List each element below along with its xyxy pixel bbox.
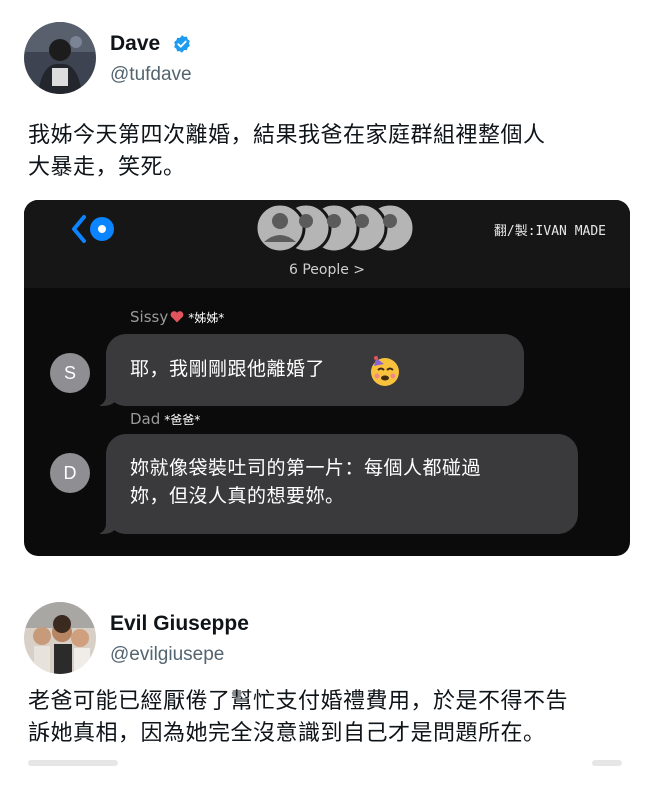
tweet-dave: Dave @tufdave 我姊今天第四次離婚，結果我爸在家庭群組裡整個人 大暴… (0, 0, 654, 190)
sender-label: Dad *爸爸* (130, 410, 200, 428)
tweet-text: 老爸可能已經厭倦了幫忙支付婚禮費用，於是不得不告 訴她真相，因為她完全沒意識到自… (28, 686, 568, 750)
tweet-text-line: 我姊今天第四次離婚，結果我爸在家庭群組裡整個人 (28, 123, 546, 148)
faded-divider (592, 760, 622, 766)
verified-badge-icon (174, 35, 190, 53)
message-text-line: 妳，但沒人真的想要妳。 (130, 485, 345, 507)
display-name[interactable]: Evil Giuseppe (110, 612, 249, 636)
back-chevron-icon[interactable] (70, 212, 120, 246)
avatar-photo-icon (24, 602, 96, 674)
avatar[interactable] (24, 602, 96, 674)
sender-label: Sissy *姊姊* (130, 308, 224, 326)
partying-face-icon (371, 356, 399, 386)
tweet-text-line: 老爸可能已經厭倦了幫忙支付婚禮費用，於是不得不告 (28, 689, 569, 714)
sender-name: Dad (130, 410, 161, 428)
group-people-label[interactable]: 6 People > (24, 262, 630, 278)
group-avatars-icon[interactable] (250, 202, 430, 260)
credit-watermark: 翻/製:IVAN MADE (493, 224, 606, 239)
sender-name: Sissy (130, 308, 169, 326)
tweet-text: 我姊今天第四次離婚，結果我爸在家庭群組裡整個人 大暴走，笑死。 (28, 120, 546, 184)
message-text: 耶，我剛剛跟他離婚了 (130, 358, 326, 380)
chat-screenshot[interactable]: 翻/製:IVAN MADE 6 People > Sissy *姊姊* S 耶，我… (24, 200, 630, 556)
user-handle[interactable]: @evilgiusepe (110, 644, 224, 666)
user-handle[interactable]: @tufdave (110, 64, 192, 86)
avatar[interactable] (24, 22, 96, 94)
display-name[interactable]: Dave (110, 32, 160, 56)
tweet-evil-giuseppe: Evil Giuseppe @evilgiusepe 老爸可能已經厭倦了幫忙支付… (0, 590, 654, 800)
heart-icon (170, 311, 184, 323)
message-bubble[interactable]: 耶，我剛剛跟他離婚了 (94, 334, 524, 406)
faded-divider (28, 760, 118, 766)
message-text: 妳就像袋裝吐司的第一片：每個人都碰過 妳，但沒人真的想要妳。 (130, 454, 481, 510)
sender-note: *姊姊* (188, 311, 225, 325)
sender-note: *爸爸* (164, 413, 201, 427)
message-text-line: 妳就像袋裝吐司的第一片：每個人都碰過 (130, 457, 482, 479)
contact-avatar[interactable]: D (50, 453, 90, 493)
avatar-photo-icon (24, 22, 96, 94)
message-bubble[interactable]: 妳就像袋裝吐司的第一片：每個人都碰過 妳，但沒人真的想要妳。 (94, 434, 578, 534)
tweet-text-line: 訴她真相，因為她完全沒意識到自己才是問題所在。 (28, 721, 546, 746)
tweet-text-line: 大暴走，笑死。 (28, 155, 186, 180)
contact-avatar[interactable]: S (50, 353, 90, 393)
